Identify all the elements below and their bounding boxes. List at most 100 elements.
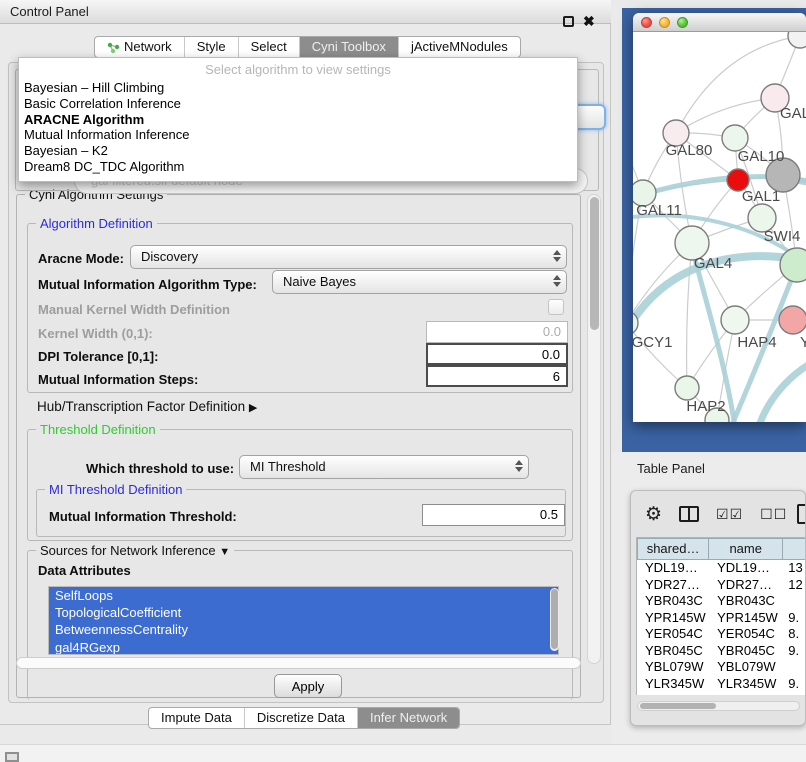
table-row[interactable]: YDR27…YDR27…12 [637,577,806,594]
select-all-checkboxes-icon[interactable]: ☑☑ [716,506,743,523]
table-cell: 9. [783,676,806,693]
network-node-HAP2[interactable] [675,376,699,400]
tab-jactivemnodules[interactable]: jActiveMNodules [398,37,520,57]
split-columns-icon[interactable] [679,506,699,522]
settings-gear-icon[interactable]: ⚙ [645,505,662,524]
mi-threshold-group: MI Threshold Definition Mutual Informati… [36,489,566,537]
table-cell: YDL19… [637,560,709,577]
table-row[interactable]: YER054CYER054C8. [637,626,806,643]
table-row[interactable]: YBL079WYBL079W [637,659,806,676]
table-row[interactable]: YIL053CYIL053C8. [637,692,806,695]
data-attributes-list: SelfLoopsTopologicalCoefficientBetweenne… [48,586,559,655]
mi-threshold-field[interactable]: 0.5 [422,504,565,526]
table-row[interactable]: YPR145WYPR145W9. [637,610,806,627]
network-node-top-partial[interactable] [788,32,806,48]
sources-title[interactable]: Sources for Network Inference ▼ [36,543,234,558]
hub-definition-expander[interactable]: Hub/Transcription Factor Definition ▶ [37,399,257,414]
control-panel-titlebar: Control Panel [0,0,611,24]
attribute-list-item[interactable]: BetweennessCentrality [49,621,558,638]
dropdown-item[interactable]: ARACNE Algorithm [19,112,577,128]
attributes-scrollbar[interactable] [550,588,559,651]
dropdown-item[interactable]: Mutual Information Inference [19,127,577,143]
network-node-HAP4[interactable] [721,306,749,334]
tab-impute-data[interactable]: Impute Data [149,708,244,728]
manual-kernel-label: Manual Kernel Width Definition [38,302,230,317]
collapsed-panel-icon[interactable] [5,752,19,762]
table-cell [783,593,806,610]
kernel-width-field[interactable]: 0.0 [426,321,568,343]
network-node-label: GAL4 [694,255,732,272]
network-icon [107,41,120,54]
tab-cyni-toolbox[interactable]: Cyni Toolbox [299,37,398,57]
table-row[interactable]: YBR045CYBR045C9. [637,643,806,660]
document-icon[interactable] [797,504,806,524]
expander-down-icon: ▼ [219,546,230,558]
table-cell: YPR145W [709,610,783,627]
tab-style[interactable]: Style [184,37,238,57]
table-cell: 9. [783,643,806,660]
attribute-list-item[interactable]: TopologicalCoefficient [49,604,558,621]
dropdown-item[interactable]: Bayesian – Hill Climbing [19,80,577,96]
table-row[interactable]: YBR043CYBR043C [637,593,806,610]
dropdown-item[interactable]: Basic Correlation Inference [19,96,577,112]
network-node-label: GAL80 [666,142,713,159]
float-window-icon[interactable] [563,16,574,27]
close-icon[interactable]: ✖ [583,13,599,31]
dropdown-item[interactable]: Dream8 DC_TDC Algorithm [19,159,577,175]
table-cell: 8. [783,626,806,643]
table-cell: 9. [783,610,806,627]
dpi-tolerance-field[interactable]: 0.0 [426,343,568,365]
tab-infer-network[interactable]: Infer Network [357,708,459,728]
data-attributes-label: Data Attributes [38,563,131,578]
mi-type-label: Mutual Information Algorithm Type: [38,277,257,292]
mi-threshold-label: Mutual Information Threshold: [49,509,237,524]
stepper-arrows-icon [553,250,561,262]
table-cell: 12 [783,577,806,594]
minimize-traffic-light-icon[interactable] [659,17,670,28]
network-node-label: GAL10 [738,148,785,165]
mi-steps-field[interactable]: 6 [426,365,568,387]
table-cell: YIL053C [637,692,709,695]
manual-kernel-checkbox[interactable] [548,299,564,315]
table-cell: YBR043C [637,593,709,610]
attribute-list-item[interactable]: SelfLoops [49,587,558,604]
network-window-titlebar [633,13,806,32]
threshold-definition-group: Threshold Definition Which threshold to … [27,429,573,541]
column-header[interactable] [783,538,806,560]
algorithm-definition-title: Algorithm Definition [36,216,157,231]
aracne-mode-combo[interactable]: Discovery [130,245,567,269]
settings-horizontal-scrollbar[interactable] [16,657,581,669]
table-row[interactable]: YLR345WYLR345W9. [637,676,806,693]
table-cell: YBR043C [709,593,783,610]
deselect-all-checkboxes-icon[interactable]: ☐☐ [760,506,787,523]
mi-type-combo[interactable]: Naive Bayes [272,270,567,294]
network-node-pink-right[interactable] [779,306,806,334]
tab-select[interactable]: Select [238,37,299,57]
tab-discretize-data[interactable]: Discretize Data [244,708,357,728]
column-header[interactable]: shared… [637,538,709,560]
stepper-arrows-icon [515,460,523,472]
dpi-tolerance-label: DPI Tolerance [0,1]: [38,349,158,364]
table-cell: YBL079W [709,659,783,676]
table-row[interactable]: YDL19…YDL19…13 [637,560,806,577]
zoom-traffic-light-icon[interactable] [677,17,688,28]
network-node-big-green[interactable] [780,248,806,282]
which-threshold-combo[interactable]: MI Threshold [239,455,529,479]
table-cell: YBL079W [637,659,709,676]
close-traffic-light-icon[interactable] [641,17,652,28]
column-header[interactable]: name [709,538,783,560]
network-node-label: HAP4 [737,334,776,351]
network-edge [676,98,775,133]
bottom-tabbar: Impute DataDiscretize DataInfer Network [148,707,460,729]
dropdown-item[interactable]: Bayesian – K2 [19,143,577,159]
mi-threshold-title: MI Threshold Definition [45,482,186,497]
network-graph-canvas[interactable]: GALGAL80GAL10GAL1GAL11SWI4GAL4GCY1HAP4YH… [633,32,806,422]
algorithm-definition-group: Algorithm Definition Aracne Mode: Discov… [27,223,573,393]
apply-button[interactable]: Apply [274,674,342,698]
attribute-list-item[interactable]: gal4RGexp [49,639,558,655]
tab-network[interactable]: Network [95,37,184,57]
table-horizontal-scrollbar[interactable] [637,701,800,711]
table-cell [783,659,806,676]
settings-vertical-scrollbar[interactable] [587,194,601,664]
table-cell: YER054C [709,626,783,643]
